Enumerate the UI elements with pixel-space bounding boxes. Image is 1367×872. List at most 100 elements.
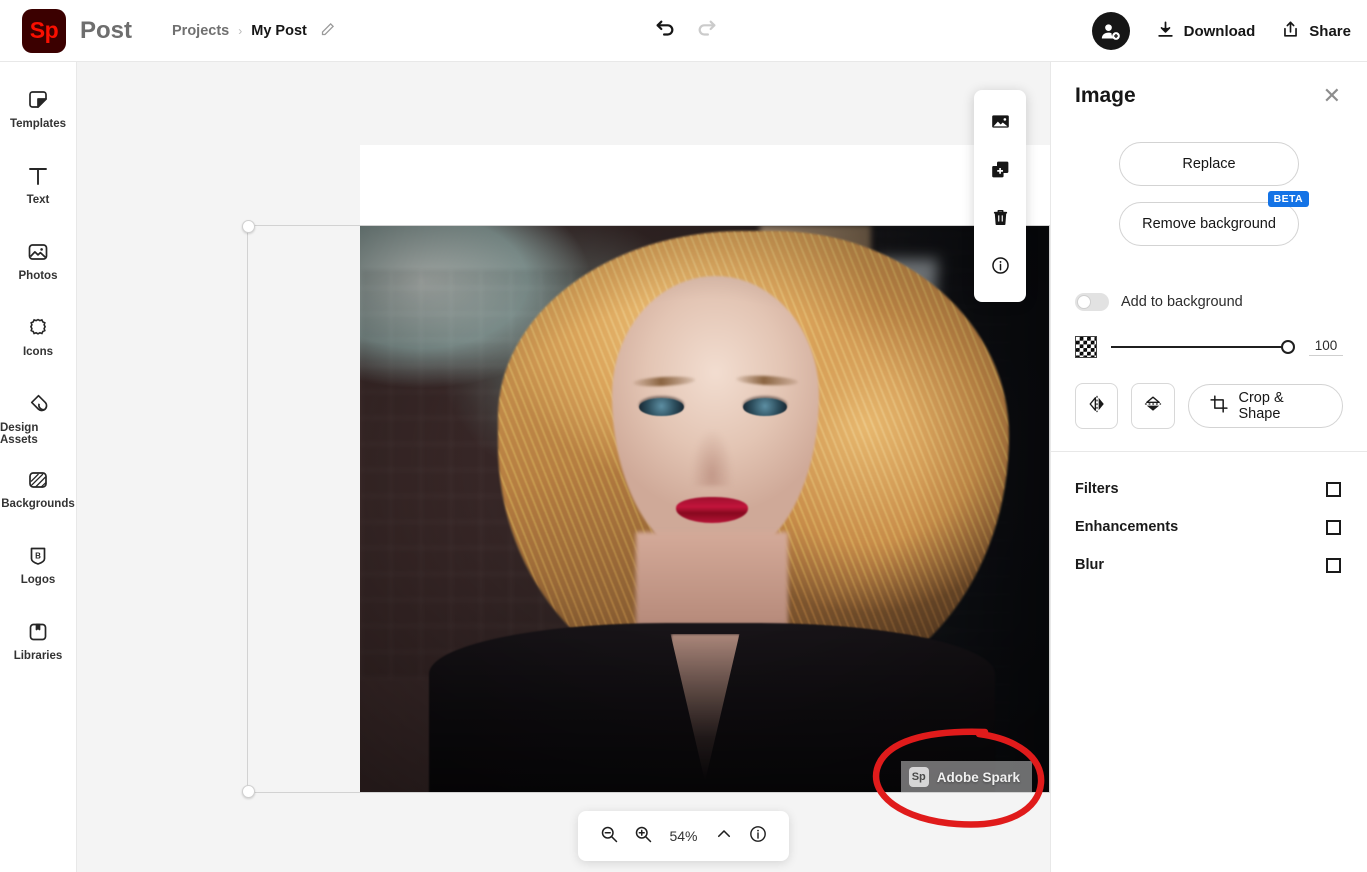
add-to-background-row[interactable]: Add to background [1051,293,1367,311]
share-button[interactable]: Share [1281,20,1351,43]
sidebar-label-text: Text [27,194,50,206]
templates-icon [26,82,50,112]
opacity-value-field[interactable]: 100 [1309,338,1343,356]
watermark-logo-icon: Sp [909,767,929,787]
sidebar-item-logos[interactable]: B Logos [0,538,76,614]
adobe-spark-watermark[interactable]: Sp Adobe Spark [901,761,1032,793]
remove-background-wrapper: Remove background BETA [1119,202,1299,246]
top-bar-actions: Download Share [1092,0,1351,62]
canvas-info-button[interactable] [745,823,771,849]
redo-button[interactable] [692,14,722,44]
libraries-icon [26,614,50,644]
section-label-blur: Blur [1075,557,1104,573]
enhancements-toggle-box[interactable] [1326,520,1341,535]
zoom-toolbar: 54% [578,811,789,861]
sidebar-label-libraries: Libraries [14,650,63,662]
sidebar-label-icons: Icons [23,346,53,358]
flip-horizontal-button[interactable] [1075,383,1118,429]
spark-post-editor: Sp Post Projects › My Post [0,0,1367,872]
logos-icon: B [26,538,50,568]
download-icon [1156,20,1175,43]
design-assets-icon [26,386,51,416]
breadcrumb-projects[interactable]: Projects [172,23,229,39]
left-sidebar: Templates Text Photos [0,62,77,872]
remove-background-button[interactable]: Remove background [1119,202,1299,246]
section-label-filters: Filters [1075,481,1119,497]
sidebar-label-backgrounds: Backgrounds [1,498,75,510]
undo-button[interactable] [650,14,680,44]
sidebar-label-design-assets: Design Assets [0,422,76,446]
svg-text:B: B [35,551,41,560]
duplicate-icon [990,159,1011,185]
element-context-toolbar [974,90,1026,302]
filters-toggle-box[interactable] [1326,482,1341,497]
photo-vignette [360,225,1050,793]
zoom-level-value[interactable]: 54% [664,828,702,844]
beta-badge: BETA [1268,191,1309,207]
section-filters[interactable]: Filters [1051,470,1367,508]
transform-tools-row: Crop & Shape [1051,383,1367,429]
flip-horizontal-icon [1086,393,1108,420]
pencil-icon[interactable] [320,22,335,40]
canvas-workspace[interactable]: Sp Adobe Spark [77,62,1050,872]
app-name: Post [80,17,132,45]
breadcrumb-current-document[interactable]: My Post [251,23,307,39]
sidebar-item-design-assets[interactable]: Design Assets [0,386,76,462]
crop-and-shape-label: Crop & Shape [1239,390,1323,422]
replace-image-icon [990,111,1011,137]
top-bar: Sp Post Projects › My Post [0,0,1367,62]
opacity-slider[interactable] [1111,338,1295,356]
zoom-options-button[interactable] [711,823,737,849]
sidebar-item-libraries[interactable]: Libraries [0,614,76,690]
zoom-out-button[interactable] [596,823,622,849]
crop-and-shape-button[interactable]: Crop & Shape [1188,384,1344,428]
blur-toggle-box[interactable] [1326,558,1341,573]
flip-vertical-button[interactable] [1131,383,1174,429]
share-icon [1281,20,1300,43]
sidebar-label-photos: Photos [19,270,58,282]
sidebar-item-templates[interactable]: Templates [0,82,76,158]
section-label-enhancements: Enhancements [1075,519,1178,535]
sidebar-item-backgrounds[interactable]: Backgrounds [0,462,76,538]
sidebar-label-logos: Logos [21,574,56,586]
sidebar-item-photos[interactable]: Photos [0,234,76,310]
panel-header: Image ✕ [1051,62,1367,108]
info-icon [990,255,1011,281]
icons-icon [26,310,50,340]
sidebar-item-icons[interactable]: Icons [0,310,76,386]
image-element[interactable]: Sp Adobe Spark [360,225,1050,793]
section-enhancements[interactable]: Enhancements [1051,508,1367,546]
crop-icon [1209,394,1229,418]
brand[interactable]: Sp Post [22,9,132,53]
info-button[interactable] [984,252,1016,284]
close-icon[interactable]: ✕ [1323,85,1341,107]
image-properties-panel: Image ✕ Replace Remove background BETA A… [1050,62,1367,872]
info-icon [748,824,768,849]
zoom-in-icon [633,824,653,849]
opacity-control: 100 [1051,336,1367,358]
history-controls [650,14,722,44]
add-to-background-label: Add to background [1121,294,1243,310]
chevron-right-icon: › [238,24,242,38]
zoom-in-button[interactable] [630,823,656,849]
section-blur[interactable]: Blur [1051,546,1367,584]
duplicate-button[interactable] [984,156,1016,188]
breadcrumb: Projects › My Post [172,22,335,40]
replace-button[interactable]: Replace [1119,142,1299,186]
chevron-up-icon [715,825,733,848]
download-button[interactable]: Download [1156,20,1256,43]
slider-thumb[interactable] [1281,340,1295,354]
add-to-background-toggle[interactable] [1075,293,1109,311]
backgrounds-icon [26,462,50,492]
invite-collaborator-button[interactable] [1092,12,1130,50]
resize-handle-bottom-left[interactable] [242,785,255,798]
sidebar-item-text[interactable]: Text [0,158,76,234]
resize-handle-top-left[interactable] [242,220,255,233]
share-label: Share [1309,23,1351,40]
photos-icon [26,234,50,264]
flip-vertical-icon [1142,393,1164,420]
slider-track [1111,346,1289,348]
toggle-knob [1077,295,1091,309]
replace-image-button[interactable] [984,108,1016,140]
delete-button[interactable] [984,204,1016,236]
